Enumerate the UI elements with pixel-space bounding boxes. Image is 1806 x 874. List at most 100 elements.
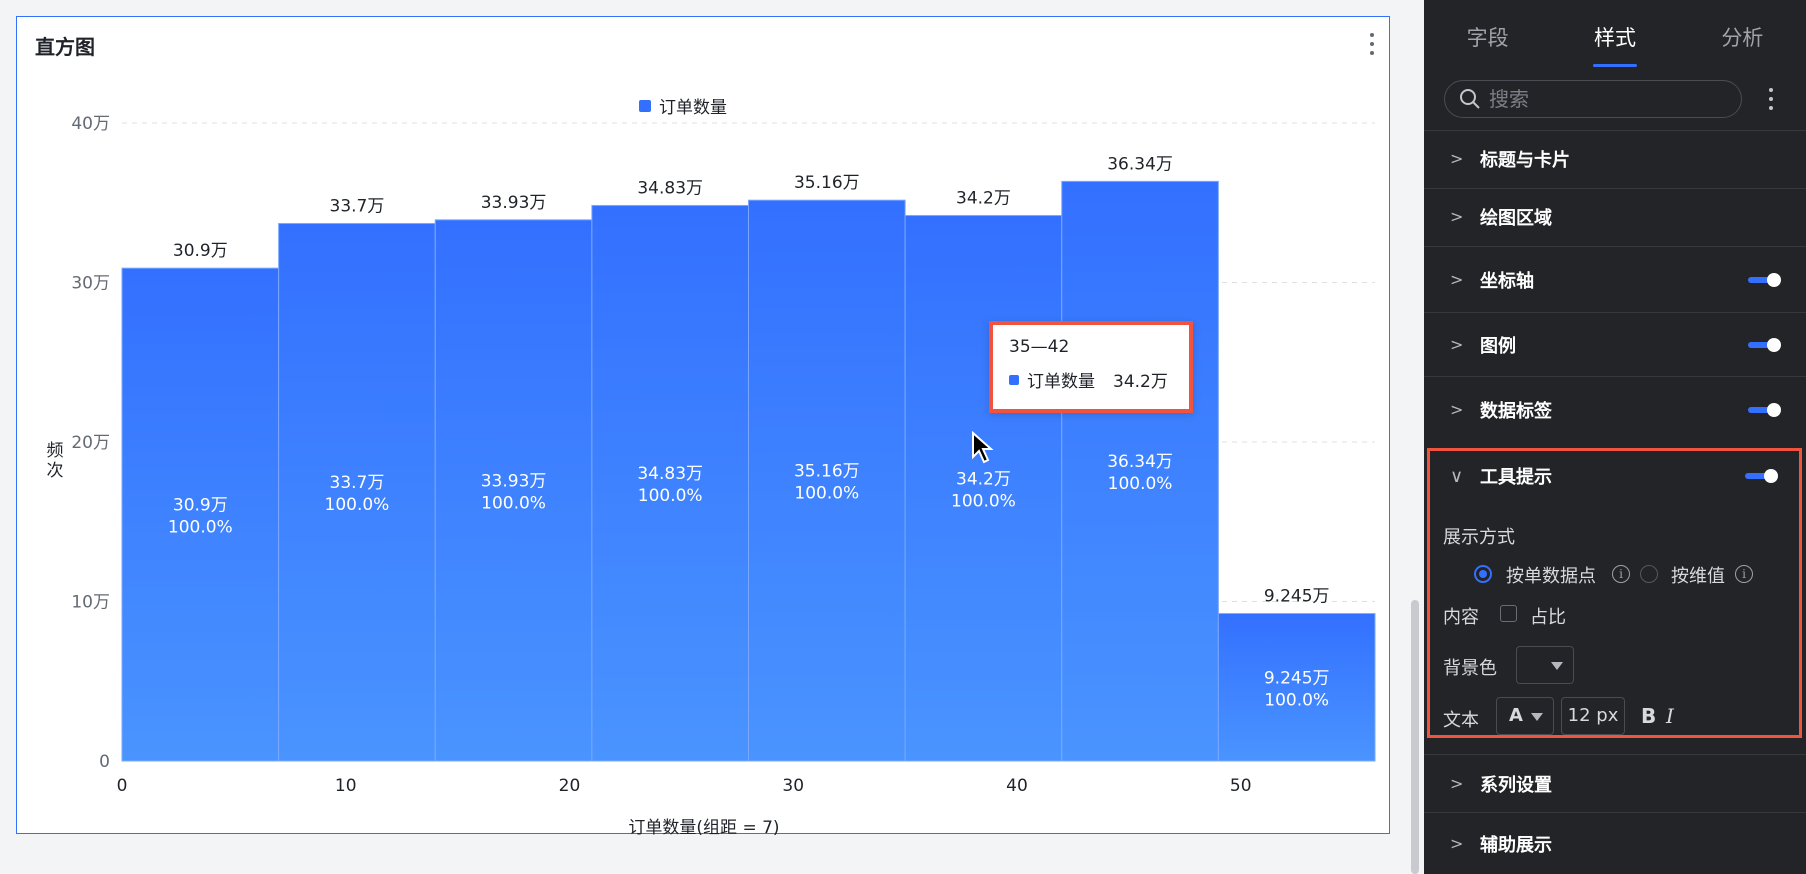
x-tick-label: 40 bbox=[1006, 776, 1028, 796]
bars bbox=[121, 180, 1376, 762]
italic-button[interactable]: I bbox=[1666, 704, 1674, 728]
chevron-right-icon: > bbox=[1450, 834, 1464, 853]
panel-tabs: 字段 样式 分析 bbox=[1424, 0, 1806, 68]
radio-dimension[interactable] bbox=[1640, 565, 1658, 583]
chevron-right-icon: > bbox=[1450, 149, 1464, 168]
font-color-picker[interactable]: A bbox=[1496, 697, 1554, 735]
panel-more-icon[interactable] bbox=[1768, 88, 1774, 110]
section-label: 标题与卡片 bbox=[1480, 149, 1570, 171]
bar-inner-value-label: 33.93万 bbox=[481, 471, 547, 491]
bar-value-label: 9.245万 bbox=[1264, 587, 1330, 607]
tooltip-value: 34.2万 bbox=[1113, 372, 1168, 392]
option-single-point-label: 按单数据点 bbox=[1506, 566, 1596, 587]
bar-percent-label: 100.0% bbox=[951, 491, 1016, 511]
section-axis[interactable]: > 坐标轴 bbox=[1424, 246, 1806, 312]
y-tick-label: 0 bbox=[99, 752, 110, 772]
radio-single-point[interactable] bbox=[1474, 565, 1492, 583]
bar-percent-label: 100.0% bbox=[1108, 474, 1173, 494]
y-axis-title: 频次 bbox=[46, 441, 64, 481]
bar-inner-value-label: 34.83万 bbox=[637, 464, 703, 484]
x-tick-label: 50 bbox=[1230, 776, 1252, 796]
tooltip-toggle[interactable] bbox=[1745, 469, 1778, 483]
bar-value-label: 30.9万 bbox=[173, 241, 228, 261]
y-tick-label: 40万 bbox=[71, 114, 110, 134]
section-auxiliary-display[interactable]: > 辅助展示 bbox=[1424, 812, 1806, 874]
font-color-glyph: A bbox=[1509, 705, 1523, 726]
chevron-right-icon: > bbox=[1450, 207, 1464, 226]
section-data-labels[interactable]: > 数据标签 bbox=[1424, 376, 1806, 442]
bar-percent-label: 100.0% bbox=[481, 493, 546, 513]
bar-inner-value-label: 9.245万 bbox=[1264, 668, 1330, 688]
background-color-label: 背景色 bbox=[1443, 658, 1497, 679]
option-dimension-label: 按维值 bbox=[1671, 566, 1725, 587]
legend-toggle[interactable] bbox=[1748, 337, 1781, 352]
bar-inner-value-label: 30.9万 bbox=[173, 496, 228, 516]
tooltip-settings-section: ∨ 工具提示 展示方式 按单数据点 i 按维值 i 内容 占比 背景色 文本 A… bbox=[1427, 448, 1802, 738]
data-labels-toggle[interactable] bbox=[1748, 402, 1781, 417]
scrollbar-thumb[interactable] bbox=[1411, 600, 1419, 874]
chevron-right-icon: > bbox=[1450, 335, 1464, 354]
section-label: 数据标签 bbox=[1480, 400, 1552, 422]
x-tick-label: 10 bbox=[335, 776, 357, 796]
background-color-picker[interactable] bbox=[1516, 646, 1574, 684]
bar-percent-label: 100.0% bbox=[168, 518, 233, 538]
y-tick-label: 30万 bbox=[71, 274, 110, 294]
x-tick-label: 30 bbox=[782, 776, 804, 796]
tooltip-row: 订单数量 34.2万 bbox=[1009, 367, 1173, 392]
text-style-label: 文本 bbox=[1443, 710, 1479, 731]
bar-value-label: 34.83万 bbox=[637, 178, 703, 198]
section-label: 图例 bbox=[1480, 335, 1516, 357]
tab-style[interactable]: 样式 bbox=[1551, 0, 1678, 68]
bar-value-label: 36.34万 bbox=[1107, 154, 1173, 174]
y-tick-label: 20万 bbox=[71, 433, 110, 453]
y-tick-label: 10万 bbox=[71, 593, 110, 613]
bar-percent-label: 100.0% bbox=[1264, 690, 1329, 710]
chevron-right-icon: > bbox=[1450, 400, 1464, 419]
tooltip-section-header[interactable]: ∨ 工具提示 bbox=[1450, 463, 1552, 489]
tooltip-title: 35—42 bbox=[1009, 337, 1070, 357]
info-icon[interactable]: i bbox=[1735, 565, 1753, 583]
percent-checkbox[interactable] bbox=[1500, 605, 1517, 622]
section-label: 系列设置 bbox=[1480, 774, 1552, 796]
info-icon[interactable]: i bbox=[1612, 565, 1630, 583]
section-plot-area[interactable]: > 绘图区域 bbox=[1424, 188, 1806, 244]
font-size-input[interactable]: 12 px bbox=[1561, 697, 1625, 735]
section-label: 绘图区域 bbox=[1480, 207, 1552, 229]
tooltip-series-name: 订单数量 bbox=[1027, 372, 1095, 392]
bar-percent-label: 100.0% bbox=[638, 486, 703, 506]
x-tick-label: 0 bbox=[117, 776, 128, 796]
bar-value-label: 35.16万 bbox=[794, 173, 860, 193]
search-icon bbox=[1460, 89, 1480, 109]
bar-value-label: 33.93万 bbox=[481, 193, 547, 213]
axis-toggle[interactable] bbox=[1748, 272, 1781, 287]
bar-value-label: 34.2万 bbox=[956, 189, 1011, 209]
chart-tooltip: 35—42 订单数量 34.2万 bbox=[989, 321, 1193, 413]
chevron-right-icon: > bbox=[1450, 270, 1464, 289]
bar-inner-value-label: 34.2万 bbox=[956, 469, 1011, 489]
bold-button[interactable]: B bbox=[1641, 704, 1656, 728]
chevron-down-icon bbox=[1551, 662, 1563, 670]
search-box bbox=[1444, 80, 1742, 118]
bar-inner-value-label: 35.16万 bbox=[794, 462, 860, 482]
bar-value-label: 33.7万 bbox=[330, 196, 385, 216]
chart-card: 直方图 订单数量 30.9万 30.9万 100.0% 33.7万 33.7万 100.0… bbox=[16, 16, 1390, 838]
tooltip-series-swatch bbox=[1009, 374, 1019, 385]
section-series-settings[interactable]: > 系列设置 bbox=[1424, 754, 1806, 812]
properties-panel: 字段 样式 分析 > 标题与卡片 > 绘图区域 > 坐标轴 > 图例 bbox=[1424, 0, 1806, 874]
search-input[interactable] bbox=[1489, 87, 1709, 111]
display-mode-label: 展示方式 bbox=[1443, 527, 1515, 548]
chevron-right-icon: > bbox=[1450, 774, 1464, 793]
chevron-down-icon bbox=[1531, 713, 1543, 721]
chevron-down-icon: ∨ bbox=[1450, 465, 1464, 487]
bar-percent-label: 100.0% bbox=[794, 484, 859, 504]
x-tick-label: 20 bbox=[559, 776, 581, 796]
tab-fields[interactable]: 字段 bbox=[1424, 0, 1551, 68]
content-label: 内容 bbox=[1443, 607, 1479, 628]
tab-analysis[interactable]: 分析 bbox=[1679, 0, 1806, 68]
section-legend[interactable]: > 图例 bbox=[1424, 312, 1806, 376]
section-title-card[interactable]: > 标题与卡片 bbox=[1424, 130, 1806, 186]
mouse-cursor-icon bbox=[972, 431, 994, 464]
histogram-plot: 30.9万30.9万100.0%33.7万33.7万100.0%33.93万33… bbox=[71, 114, 1376, 796]
x-axis-title: 订单数量(组距 = 7) bbox=[628, 818, 780, 838]
section-label: 辅助展示 bbox=[1480, 834, 1552, 856]
